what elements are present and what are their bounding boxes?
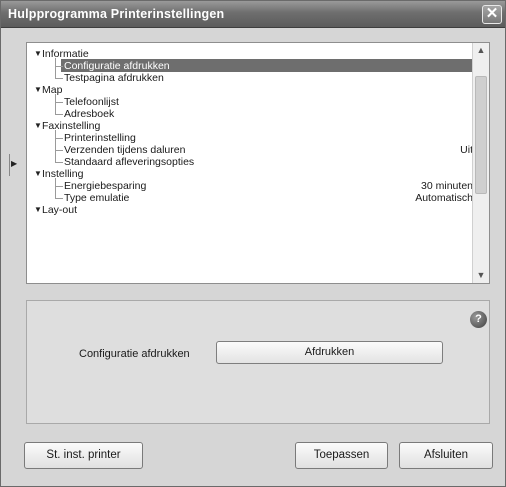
tree-item-label: Standaard afleveringsopties: [64, 156, 195, 168]
tree-item-label: Energiebesparing: [64, 180, 147, 192]
tree-item-label: Type emulatie: [64, 192, 130, 204]
tree-connector: [55, 150, 63, 151]
tree-item-label: Printerinstelling: [64, 132, 136, 144]
close-icon[interactable]: ✕: [482, 5, 502, 24]
tree-item[interactable]: Energiebesparing 30 minuten: [27, 180, 473, 192]
tree-item-label: Verzenden tijdens daluren: [64, 144, 186, 156]
triangle-right-icon: ▶: [11, 159, 18, 168]
caret-down-icon[interactable]: ▼: [34, 84, 42, 96]
tree-guide-line: [55, 130, 56, 162]
print-button[interactable]: Afdrukken: [216, 341, 443, 364]
close-button[interactable]: Afsluiten: [399, 442, 493, 469]
tree-category-label: Lay-out: [42, 204, 78, 216]
panel-collapse-handle[interactable]: ▶: [9, 154, 17, 176]
tree-category[interactable]: ▼ Lay-out: [27, 204, 473, 216]
tree-item[interactable]: Adresboek: [27, 108, 473, 120]
caret-down-icon[interactable]: ▼: [34, 120, 42, 132]
tree-connector: [55, 186, 63, 187]
caret-down-icon[interactable]: ▼: [34, 168, 42, 180]
settings-tree: ▼ Informatie Configuratie afdrukken Testpag…: [26, 42, 490, 284]
tree-item[interactable]: Configuratie afdrukken: [27, 59, 477, 72]
tree-item-label: Configuratie afdrukken: [64, 60, 170, 72]
tree-item-label: Testpagina afdrukken: [64, 72, 164, 84]
tree-scrollbar[interactable]: ▲ ▼: [472, 43, 489, 283]
tree-category-label: Faxinstelling: [42, 120, 101, 132]
tree-connector: [55, 114, 63, 115]
tree-connector: [55, 198, 63, 199]
printer-settings-button[interactable]: St. inst. printer: [24, 442, 143, 469]
tree-connector: [55, 102, 63, 103]
detail-panel: ? Configuratie afdrukken Afdrukken: [26, 300, 490, 424]
tree-category[interactable]: ▼ Instelling: [27, 168, 473, 180]
tree-item[interactable]: Standaard afleveringsopties: [27, 156, 473, 168]
tree-item[interactable]: Telefoonlijst: [27, 96, 473, 108]
tree-guide-line: [55, 178, 56, 198]
tree-item-value: Automatisch: [415, 192, 473, 204]
tree-guide-line: [55, 94, 56, 114]
tree-connector: [55, 66, 63, 67]
tree-category-label: Instelling: [42, 168, 84, 180]
caret-down-icon[interactable]: ▼: [34, 48, 42, 60]
scrollbar-thumb[interactable]: [475, 76, 487, 194]
title-bar: Hulpprogramma Printerinstellingen ✕: [1, 1, 505, 28]
window-title: Hulpprogramma Printerinstellingen: [8, 7, 225, 21]
tree-item-label: Adresboek: [64, 108, 115, 120]
settings-window: Hulpprogramma Printerinstellingen ✕ ▶ ▼ I…: [0, 0, 506, 487]
tree-item-label: Telefoonlijst: [64, 96, 119, 108]
help-icon[interactable]: ?: [470, 311, 487, 328]
tree-item[interactable]: Testpagina afdrukken: [27, 72, 473, 84]
tree-item[interactable]: Verzenden tijdens daluren Uit: [27, 144, 473, 156]
tree-connector: [55, 138, 63, 139]
tree-connector: [55, 78, 63, 79]
apply-button[interactable]: Toepassen: [295, 442, 388, 469]
tree-connector: [55, 162, 63, 163]
tree-item-value: 30 minuten: [421, 180, 473, 192]
scroll-up-icon[interactable]: ▲: [473, 43, 489, 58]
scroll-down-icon[interactable]: ▼: [473, 268, 489, 283]
tree-item[interactable]: Type emulatie Automatisch: [27, 192, 473, 204]
tree-category-label: Map: [42, 84, 63, 96]
tree-category[interactable]: ▼ Faxinstelling: [27, 120, 473, 132]
detail-label: Configuratie afdrukken: [79, 348, 190, 360]
caret-down-icon[interactable]: ▼: [34, 204, 42, 216]
tree-category[interactable]: ▼ Map: [27, 84, 473, 96]
tree-item[interactable]: Printerinstelling: [27, 132, 473, 144]
tree-guide-line: [55, 58, 56, 78]
